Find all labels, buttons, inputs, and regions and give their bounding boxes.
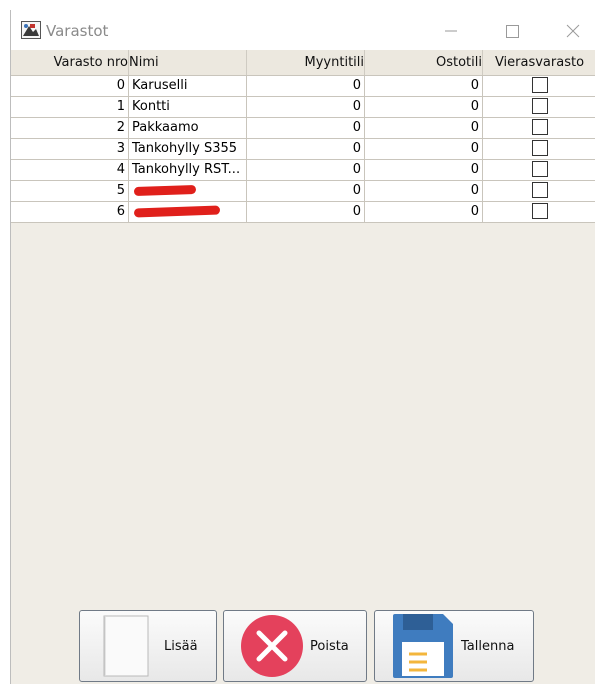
cell-nimi[interactable]: [129, 181, 247, 202]
cell-vierasvarasto: [483, 181, 595, 202]
window-title: Varastot: [46, 22, 109, 40]
close-button[interactable]: [550, 17, 595, 45]
table-row[interactable]: 4 Tankohylly RST... 0 0: [11, 160, 595, 181]
cell-nimi[interactable]: Pakkaamo: [129, 118, 247, 139]
delete-icon: [241, 615, 303, 677]
cell-vierasvarasto: [483, 202, 595, 223]
vierasvarasto-checkbox[interactable]: [531, 202, 548, 219]
cell-nro[interactable]: 6: [11, 202, 129, 223]
save-floppy-icon: [393, 614, 453, 678]
close-icon: [566, 24, 580, 38]
varastot-window: Varastot Varasto nro Nimi Myyntitili Ost…: [10, 10, 595, 684]
table-header: Varasto nro Nimi Myyntitili Ostotili Vie…: [11, 50, 595, 76]
add-button-label: Lisää: [164, 638, 198, 654]
cell-vierasvarasto: [483, 97, 595, 118]
cell-myyntitili[interactable]: 0: [247, 202, 365, 223]
redaction-mark: [133, 205, 221, 218]
column-header-ostotili[interactable]: Ostotili: [365, 50, 483, 75]
vierasvarasto-checkbox[interactable]: [531, 139, 548, 156]
cell-nro[interactable]: 4: [11, 160, 129, 181]
cell-myyntitili[interactable]: 0: [247, 139, 365, 160]
vierasvarasto-checkbox[interactable]: [531, 76, 548, 93]
table-row[interactable]: 6 0 0: [11, 202, 595, 223]
vierasvarasto-checkbox[interactable]: [531, 181, 548, 198]
cell-nimi[interactable]: Tankohylly RST...: [129, 160, 247, 181]
cell-myyntitili[interactable]: 0: [247, 97, 365, 118]
column-header-varasto-nro[interactable]: Varasto nro: [11, 50, 129, 75]
app-icon: [21, 21, 41, 39]
vierasvarasto-checkbox[interactable]: [531, 97, 548, 114]
delete-button-label: Poista: [310, 638, 349, 654]
column-header-nimi[interactable]: Nimi: [129, 50, 247, 75]
cell-nimi[interactable]: Tankohylly S355: [129, 139, 247, 160]
cell-nro[interactable]: 2: [11, 118, 129, 139]
cell-vierasvarasto: [483, 160, 595, 181]
varastot-table: Varasto nro Nimi Myyntitili Ostotili Vie…: [11, 50, 595, 223]
minimize-button[interactable]: [428, 17, 474, 45]
cell-ostotili[interactable]: 0: [365, 76, 483, 97]
table-row[interactable]: 1 Kontti 0 0: [11, 97, 595, 118]
maximize-button[interactable]: [489, 17, 535, 45]
column-header-vierasvarasto[interactable]: Vierasvarasto: [483, 50, 595, 75]
cell-vierasvarasto: [483, 139, 595, 160]
table-row[interactable]: 5 0 0: [11, 181, 595, 202]
maximize-icon: [505, 24, 519, 38]
cell-nimi[interactable]: [129, 202, 247, 223]
cell-nimi[interactable]: Karuselli: [129, 76, 247, 97]
cell-myyntitili[interactable]: 0: [247, 160, 365, 181]
add-button[interactable]: Lisää: [79, 610, 217, 682]
redaction-mark: [133, 184, 197, 197]
cell-myyntitili[interactable]: 0: [247, 181, 365, 202]
table-row[interactable]: 3 Tankohylly S355 0 0: [11, 139, 595, 160]
cell-nro[interactable]: 5: [11, 181, 129, 202]
cell-ostotili[interactable]: 0: [365, 139, 483, 160]
cell-vierasvarasto: [483, 118, 595, 139]
save-button[interactable]: Tallenna: [374, 610, 534, 682]
cell-nimi[interactable]: Kontti: [129, 97, 247, 118]
cell-nro[interactable]: 3: [11, 139, 129, 160]
table-row[interactable]: 2 Pakkaamo 0 0: [11, 118, 595, 139]
cell-ostotili[interactable]: 0: [365, 202, 483, 223]
minimize-icon: [445, 30, 457, 32]
cell-ostotili[interactable]: 0: [365, 181, 483, 202]
save-button-label: Tallenna: [461, 638, 515, 654]
button-bar: Lisää Poista Tallenna: [11, 602, 595, 684]
cell-myyntitili[interactable]: 0: [247, 118, 365, 139]
cell-myyntitili[interactable]: 0: [247, 76, 365, 97]
delete-button[interactable]: Poista: [223, 610, 367, 682]
vierasvarasto-checkbox[interactable]: [531, 160, 548, 177]
new-document-icon: [103, 615, 149, 677]
table-row[interactable]: 0 Karuselli 0 0: [11, 76, 595, 97]
cell-ostotili[interactable]: 0: [365, 118, 483, 139]
title-bar[interactable]: Varastot: [11, 10, 595, 50]
cell-ostotili[interactable]: 0: [365, 97, 483, 118]
cell-nro[interactable]: 1: [11, 97, 129, 118]
column-header-myyntitili[interactable]: Myyntitili: [247, 50, 365, 75]
cell-nro[interactable]: 0: [11, 76, 129, 97]
vierasvarasto-checkbox[interactable]: [531, 118, 548, 135]
cell-vierasvarasto: [483, 76, 595, 97]
cell-ostotili[interactable]: 0: [365, 160, 483, 181]
